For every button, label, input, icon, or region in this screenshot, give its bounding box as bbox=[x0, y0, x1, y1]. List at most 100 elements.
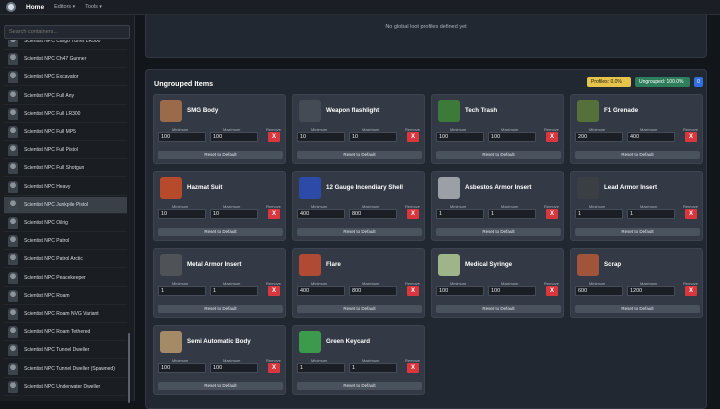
min-input[interactable]: 600 bbox=[575, 286, 623, 296]
max-input[interactable]: 400 bbox=[627, 132, 675, 142]
max-input[interactable]: 1 bbox=[488, 209, 536, 219]
npc-avatar-icon bbox=[8, 162, 18, 175]
reset-default-button[interactable]: Reset to Default bbox=[158, 228, 283, 236]
sidebar-item[interactable]: Scientist NPC Ch47 Gunner bbox=[4, 51, 127, 69]
sidebar-item[interactable]: Scientist NPC Tunnel Dweller bbox=[4, 342, 127, 360]
max-input[interactable]: 100 bbox=[488, 132, 536, 142]
reset-default-button[interactable]: Reset to Default bbox=[575, 151, 700, 159]
min-input[interactable]: 10 bbox=[297, 132, 345, 142]
min-input[interactable]: 100 bbox=[436, 132, 484, 142]
min-input[interactable]: 1 bbox=[297, 363, 345, 373]
item-image-icon bbox=[438, 254, 460, 276]
min-input[interactable]: 1 bbox=[575, 209, 623, 219]
sidebar-item-label: Scientist NPC Full LR300 bbox=[24, 110, 81, 117]
reset-default-button[interactable]: Reset to Default bbox=[297, 151, 422, 159]
remove-button[interactable]: X bbox=[407, 286, 419, 296]
remove-button[interactable]: X bbox=[407, 209, 419, 219]
min-input[interactable]: 400 bbox=[297, 286, 345, 296]
group-badge[interactable]: 0 bbox=[694, 77, 703, 87]
reset-default-button[interactable]: Reset to Default bbox=[158, 382, 283, 390]
sidebar-item[interactable]: Scientist NPC Roam NVG Variant bbox=[4, 306, 127, 323]
max-input[interactable]: 10 bbox=[210, 209, 258, 219]
sidebar-item[interactable]: Scientist NPC Peacekeeper bbox=[4, 270, 127, 287]
reset-default-button[interactable]: Reset to Default bbox=[436, 228, 561, 236]
nav-editors-menu[interactable]: Editors bbox=[54, 4, 75, 10]
npc-avatar-icon bbox=[8, 253, 18, 266]
max-input[interactable]: 800 bbox=[349, 209, 397, 219]
min-input[interactable]: 100 bbox=[158, 132, 206, 142]
max-input[interactable]: 1 bbox=[210, 286, 258, 296]
reset-default-button[interactable]: Reset to Default bbox=[297, 305, 422, 313]
remove-button[interactable]: X bbox=[268, 286, 280, 296]
remove-button[interactable]: X bbox=[546, 286, 558, 296]
sidebar-item[interactable]: Scientist NPC Patrol bbox=[4, 233, 127, 251]
remove-button[interactable]: X bbox=[546, 132, 558, 142]
top-nav: Home Editors Tools bbox=[0, 0, 720, 15]
item-image-icon bbox=[577, 254, 599, 276]
item-card: Weapon flashlight Minimum Maximum Remove 10 1… bbox=[292, 94, 425, 164]
remove-button[interactable]: X bbox=[685, 132, 697, 142]
item-name: F1 Grenade bbox=[604, 107, 639, 114]
sidebar-item[interactable]: Scientist NPC Heavy bbox=[4, 179, 127, 196]
sidebar-item[interactable]: Scientist NPC Underwater Dweller bbox=[4, 379, 127, 396]
min-input[interactable]: 100 bbox=[158, 363, 206, 373]
reset-default-button[interactable]: Reset to Default bbox=[575, 228, 700, 236]
reset-default-button[interactable]: Reset to Default bbox=[575, 305, 700, 313]
nav-tools-menu[interactable]: Tools bbox=[85, 4, 102, 10]
min-input[interactable]: 200 bbox=[575, 132, 623, 142]
max-input[interactable]: 100 bbox=[210, 132, 258, 142]
npc-avatar-icon bbox=[8, 107, 18, 120]
remove-button[interactable]: X bbox=[268, 132, 280, 142]
sidebar-item[interactable]: Scientist NPC Cargo Turret LR300 bbox=[4, 40, 127, 50]
max-input[interactable]: 1200 bbox=[627, 286, 675, 296]
sidebar-scrollbar[interactable] bbox=[128, 333, 130, 403]
max-input[interactable]: 800 bbox=[349, 286, 397, 296]
min-input[interactable]: 400 bbox=[297, 209, 345, 219]
sidebar-item[interactable]: Scientist NPC Patrol Arctic bbox=[4, 251, 127, 269]
sidebar-item[interactable]: Scientist NPC Oilrig bbox=[4, 215, 127, 232]
reset-default-button[interactable]: Reset to Default bbox=[436, 151, 561, 159]
max-input[interactable]: 100 bbox=[210, 363, 258, 373]
remove-button[interactable]: X bbox=[268, 209, 280, 219]
sidebar-item[interactable]: Scientist NPC Roam bbox=[4, 288, 127, 305]
sidebar-item[interactable]: Scientist NPC Full MP5 bbox=[4, 124, 127, 141]
min-input[interactable]: 1 bbox=[436, 209, 484, 219]
reset-default-button[interactable]: Reset to Default bbox=[436, 305, 561, 313]
item-card: Tech Trash Minimum Maximum Remove 100 100 X Res… bbox=[431, 94, 564, 164]
sidebar-item[interactable]: Scientist NPC Tunnel Dweller (Spawned) bbox=[4, 361, 127, 378]
min-input[interactable]: 1 bbox=[158, 286, 206, 296]
remove-button[interactable]: X bbox=[407, 132, 419, 142]
reset-default-button[interactable]: Reset to Default bbox=[158, 305, 283, 313]
search-input[interactable] bbox=[4, 25, 130, 39]
item-name: Asbestos Armor Insert bbox=[465, 184, 532, 191]
remove-button[interactable]: X bbox=[546, 209, 558, 219]
remove-button[interactable]: X bbox=[685, 286, 697, 296]
max-input[interactable]: 100 bbox=[488, 286, 536, 296]
sidebar-item[interactable]: Scientist NPC Full Pistol bbox=[4, 142, 127, 160]
max-input[interactable]: 10 bbox=[349, 132, 397, 142]
reset-default-button[interactable]: Reset to Default bbox=[158, 151, 283, 159]
remove-button[interactable]: X bbox=[407, 363, 419, 373]
sidebar-item-label: Scientist NPC Heavy bbox=[24, 183, 71, 190]
remove-button[interactable]: X bbox=[268, 363, 280, 373]
item-image-icon bbox=[299, 331, 321, 353]
min-input[interactable]: 10 bbox=[158, 209, 206, 219]
max-input[interactable]: 1 bbox=[627, 209, 675, 219]
sidebar-item[interactable]: Scientist NPC Full Any bbox=[4, 88, 127, 105]
remove-button[interactable]: X bbox=[685, 209, 697, 219]
reset-default-button[interactable]: Reset to Default bbox=[297, 228, 422, 236]
sidebar-item-label: Scientist NPC Cargo Turret LR300 bbox=[24, 40, 101, 44]
item-image-icon bbox=[160, 331, 182, 353]
npc-avatar-icon bbox=[8, 380, 18, 393]
sidebar-item-label: Scientist NPC Full Shotgun bbox=[24, 165, 85, 172]
nav-home[interactable]: Home bbox=[26, 4, 44, 11]
sidebar-item[interactable]: Scientist NPC Excavator bbox=[4, 69, 127, 87]
min-input[interactable]: 100 bbox=[436, 286, 484, 296]
sidebar-item[interactable]: Scientist NPC Junkpile Pistol bbox=[4, 196, 127, 214]
sidebar-item[interactable]: Scientist NPC Roam Tethered bbox=[4, 324, 127, 342]
sidebar-item[interactable]: Scientist NPC Full Shotgun bbox=[4, 160, 127, 178]
reset-default-button[interactable]: Reset to Default bbox=[297, 382, 422, 390]
max-input[interactable]: 1 bbox=[349, 363, 397, 373]
sidebar-item[interactable]: Scientist NPC Full LR300 bbox=[4, 106, 127, 123]
item-name: Semi Automatic Body bbox=[187, 338, 251, 345]
